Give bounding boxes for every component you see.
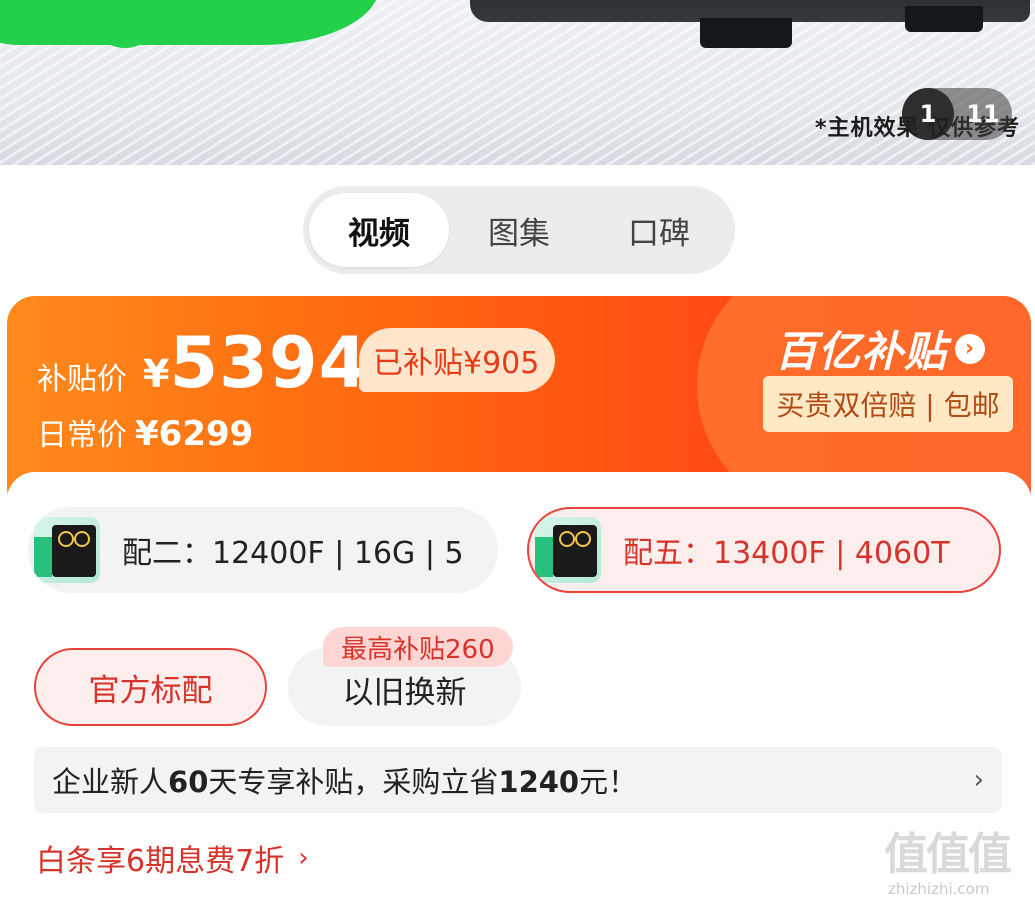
currency-symbol: ¥ xyxy=(143,352,170,396)
thumbnail-fan xyxy=(74,531,90,547)
chevron-right-icon: › xyxy=(973,765,984,795)
image-pager: 1 11 xyxy=(902,88,1012,140)
thumbnail-fan xyxy=(575,531,591,547)
subsidy-price: ¥5394 xyxy=(143,322,368,404)
daily-price-label: 日常价 xyxy=(37,418,127,453)
pc-case-foot xyxy=(905,6,983,32)
chevron-right-icon: › xyxy=(298,843,309,873)
daily-price: 日常价 ¥6299 xyxy=(37,410,253,454)
chevron-right-icon: › xyxy=(955,333,986,364)
thumbnail-tag xyxy=(535,537,553,577)
installment-promo-link[interactable]: 白条享6期息费7折 › xyxy=(36,836,309,880)
tab-gallery[interactable]: 图集 xyxy=(449,193,589,267)
enterprise-text-part: 元！ xyxy=(579,765,638,799)
subsidy-brand-logo: 百亿补贴 xyxy=(775,327,948,376)
enterprise-text-part: 企业新人 xyxy=(52,765,169,799)
enterprise-saving: 1240 xyxy=(498,765,580,799)
site-watermark: 值值值 zhizhizhi.com xyxy=(884,818,1034,900)
thumbnail-fan xyxy=(58,531,74,547)
guarantee-badge: 买贵双倍赔 | 包邮 xyxy=(763,376,1013,432)
trade-in-subsidy-badge: 最高补贴260 xyxy=(323,627,513,667)
media-tabs: 视频 图集 口碑 xyxy=(303,186,735,274)
installment-promo-text: 白条享6期息费7折 xyxy=(36,844,285,879)
daily-price-value: ¥6299 xyxy=(135,414,254,454)
variant-thumbnail xyxy=(535,517,601,583)
variant-label: 配二：12400F | 16G | 5 xyxy=(122,536,464,571)
subsidy-price-label: 补贴价 xyxy=(37,362,127,397)
tab-video[interactable]: 视频 xyxy=(309,193,449,267)
subsidy-amount-badge: 已补贴¥905 xyxy=(359,328,556,392)
pager-current: 1 xyxy=(902,88,954,140)
enterprise-subsidy-banner[interactable]: 企业新人60天专享补贴，采购立省1240元！ › xyxy=(34,747,1002,813)
watermark-site: zhizhizhi.com xyxy=(888,880,990,898)
tab-reviews[interactable]: 口碑 xyxy=(589,193,729,267)
subsidy-brand-link[interactable]: 百亿补贴 › xyxy=(775,318,986,379)
variant-option[interactable]: 配二：12400F | 16G | 5 xyxy=(28,507,498,593)
thumbnail-pc xyxy=(52,525,96,577)
enterprise-subsidy-text: 企业新人60天专享补贴，采购立省1240元！ xyxy=(52,759,974,801)
pager-total: 11 xyxy=(966,100,1000,128)
official-config-button[interactable]: 官方标配 xyxy=(34,648,267,726)
watermark-logo: 值值值 xyxy=(884,829,1012,880)
variant-thumbnail xyxy=(34,517,100,583)
variant-label: 配五：13400F | 4060T xyxy=(623,536,950,571)
pc-case-foot xyxy=(700,18,792,48)
subsidy-price-value: 5394 xyxy=(169,322,369,404)
thumbnail-tag xyxy=(34,537,52,577)
enterprise-days: 60 xyxy=(168,765,209,799)
thumbnail-pc xyxy=(553,525,597,577)
thumbnail-fan xyxy=(559,531,575,547)
variant-option-selected[interactable]: 配五：13400F | 4060T xyxy=(527,507,1001,593)
enterprise-text-part: 天专享补贴，采购立省 xyxy=(208,765,499,799)
product-image-carousel[interactable]: *主机效果 仅供参考 1 11 xyxy=(0,0,1035,165)
